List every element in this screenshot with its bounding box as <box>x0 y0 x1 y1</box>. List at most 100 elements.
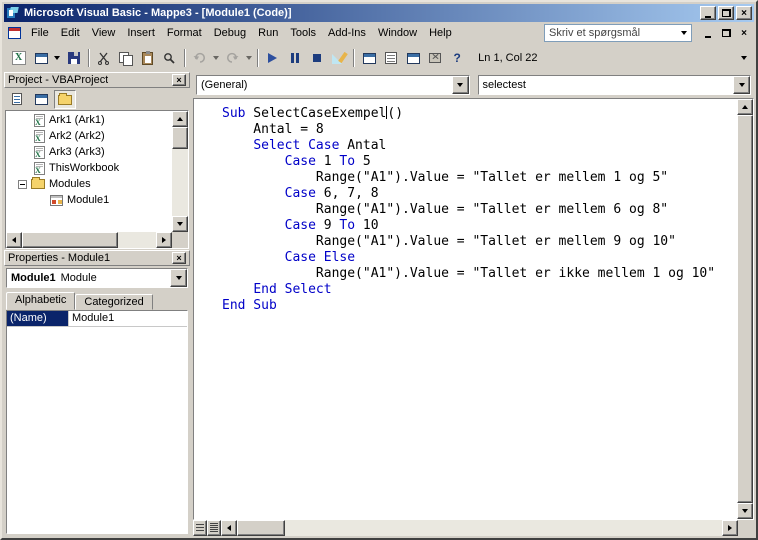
collapse-expander-icon[interactable] <box>18 179 27 189</box>
property-row-name[interactable]: (Name) Module1 <box>7 311 187 327</box>
child-restore-button[interactable] <box>718 26 734 40</box>
procedure-dropdown-button[interactable] <box>733 76 750 94</box>
undo-button[interactable] <box>189 47 211 69</box>
scroll-thumb[interactable] <box>737 115 753 503</box>
toolbar-options-button[interactable] <box>737 48 749 68</box>
code-lines[interactable]: Sub SelectCaseExempel() Antal = 8 Select… <box>194 99 737 519</box>
run-sub-button[interactable] <box>262 47 284 69</box>
question-dropdown-arrow[interactable] <box>676 25 691 41</box>
project-tree-vscrollbar[interactable] <box>172 111 188 232</box>
menu-edit[interactable]: Edit <box>55 23 86 43</box>
scroll-up-button[interactable] <box>172 111 188 127</box>
restore-button[interactable] <box>718 6 734 20</box>
minimize-button[interactable] <box>700 6 716 20</box>
scroll-down-button[interactable] <box>737 503 753 519</box>
insert-userform-button[interactable] <box>30 47 52 69</box>
tree-item-ark1[interactable]: Ark1 (Ark1) <box>6 112 172 128</box>
object-selector-dropdown-button[interactable] <box>170 269 187 287</box>
save-button[interactable] <box>63 47 85 69</box>
project-explorer-button[interactable] <box>358 47 380 69</box>
menu-run[interactable]: Run <box>252 23 284 43</box>
cut-button[interactable] <box>93 47 115 69</box>
undo-dropdown-arrow[interactable] <box>211 47 222 69</box>
scroll-up-button[interactable] <box>737 99 753 115</box>
find-button[interactable] <box>159 47 181 69</box>
code-text: Antal <box>339 138 387 153</box>
menu-addins[interactable]: Add-Ins <box>322 23 372 43</box>
object-dropdown-button[interactable] <box>451 76 469 94</box>
tree-item-ark2[interactable]: Ark2 (Ark2) <box>6 128 172 144</box>
scroll-right-button[interactable] <box>722 520 738 536</box>
toolbox-button[interactable] <box>424 47 446 69</box>
object-selector-combo[interactable]: Module1 Module <box>6 268 188 288</box>
code-line: Case 6, 7, 8 <box>222 186 737 202</box>
scrollbar-corner <box>172 232 188 248</box>
scroll-track[interactable] <box>172 149 188 216</box>
design-mode-button[interactable] <box>328 47 350 69</box>
redo-button[interactable] <box>221 47 243 69</box>
tree-item-modules[interactable]: Modules <box>6 176 172 192</box>
scroll-track[interactable] <box>118 232 156 248</box>
menu-tools[interactable]: Tools <box>284 23 322 43</box>
menu-help[interactable]: Help <box>423 23 458 43</box>
chevron-down-icon <box>54 56 61 60</box>
child-minimize-button[interactable] <box>700 26 716 40</box>
standard-toolbar: ? Ln 1, Col 22 <box>4 44 754 72</box>
properties-window-button[interactable] <box>380 47 402 69</box>
restore-icon <box>721 9 731 17</box>
object-dropdown[interactable]: (General) <box>196 75 470 95</box>
object-browser-button[interactable] <box>402 47 424 69</box>
restore-icon <box>721 29 731 37</box>
menu-view[interactable]: View <box>86 23 122 43</box>
code-vscrollbar[interactable] <box>737 99 753 519</box>
scroll-right-button[interactable] <box>156 232 172 248</box>
help-button[interactable]: ? <box>446 47 468 69</box>
chevron-down-icon <box>738 83 745 87</box>
view-excel-button[interactable] <box>8 47 30 69</box>
menu-format[interactable]: Format <box>161 23 208 43</box>
code-line: Range("A1").Value = "Tallet er mellem 1 … <box>222 170 737 186</box>
toggle-folders-button[interactable] <box>54 89 76 109</box>
code-window-icon[interactable] <box>8 27 21 39</box>
scroll-thumb[interactable] <box>237 520 285 536</box>
chevron-down-icon <box>740 56 747 60</box>
tab-alphabetic[interactable]: Alphabetic <box>6 292 76 310</box>
close-button[interactable]: × <box>736 6 752 20</box>
code-hscrollbar[interactable] <box>221 520 738 536</box>
properties-panel-close-button[interactable]: × <box>172 252 186 264</box>
code-text: Range("A1").Value = "Tallet er mellem 9 … <box>222 234 676 249</box>
property-value-cell[interactable]: Module1 <box>69 311 187 326</box>
menu-insert[interactable]: Insert <box>121 23 161 43</box>
project-tree-hscrollbar[interactable] <box>6 232 172 248</box>
code-keyword: Case <box>284 218 316 233</box>
full-module-view-button[interactable] <box>207 520 221 536</box>
scroll-left-button[interactable] <box>6 232 22 248</box>
menu-file[interactable]: File <box>25 23 55 43</box>
reset-button[interactable] <box>306 47 328 69</box>
redo-dropdown-arrow[interactable] <box>243 47 254 69</box>
property-name-cell[interactable]: (Name) <box>7 311 69 326</box>
view-object-button[interactable] <box>30 90 52 109</box>
code-keyword: Sub <box>222 106 246 121</box>
procedure-dropdown[interactable]: selectest <box>477 75 751 95</box>
break-button[interactable] <box>284 47 306 69</box>
scroll-left-button[interactable] <box>221 520 237 536</box>
child-close-button[interactable]: × <box>736 26 752 40</box>
copy-button[interactable] <box>115 47 137 69</box>
question-input[interactable]: Skriv et spørgsmål <box>544 24 692 42</box>
menu-debug[interactable]: Debug <box>208 23 252 43</box>
project-panel-close-button[interactable]: × <box>172 74 186 86</box>
tree-item-ark3[interactable]: Ark3 (Ark3) <box>6 144 172 160</box>
menu-window[interactable]: Window <box>372 23 423 43</box>
tree-item-thisworkbook[interactable]: ThisWorkbook <box>6 160 172 176</box>
insert-dropdown-arrow[interactable] <box>52 47 63 69</box>
view-code-button[interactable] <box>6 90 28 109</box>
paste-button[interactable] <box>137 47 159 69</box>
scroll-track[interactable] <box>285 520 722 536</box>
scroll-down-button[interactable] <box>172 216 188 232</box>
tab-categorized[interactable]: Categorized <box>75 294 153 310</box>
tree-item-module1[interactable]: Module1 <box>6 192 172 208</box>
scroll-thumb[interactable] <box>22 232 118 248</box>
scroll-thumb[interactable] <box>172 127 188 149</box>
procedure-view-button[interactable] <box>193 520 207 536</box>
